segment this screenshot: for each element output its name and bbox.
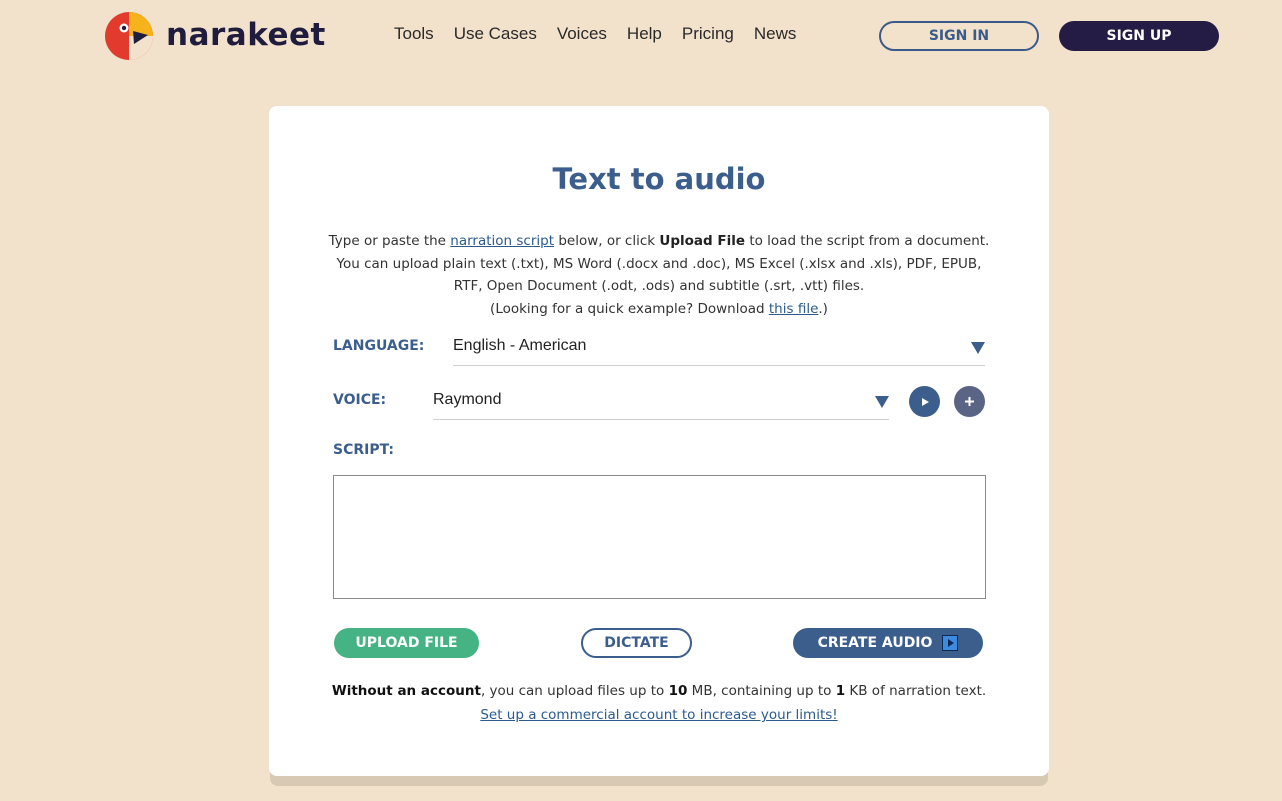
nav-use-cases[interactable]: Use Cases — [454, 24, 537, 44]
intro-text-part: below, or click — [554, 233, 660, 249]
language-value: English - American — [453, 337, 587, 354]
script-label: SCRIPT: — [333, 442, 394, 458]
site-header: narakeet Tools Use Cases Voices Help Pri… — [0, 0, 1282, 70]
sign-in-button[interactable]: SIGN IN — [879, 21, 1039, 51]
plus-icon — [965, 397, 974, 406]
limits-emphasis: Without an account — [331, 683, 481, 699]
limits-kb: 1 — [835, 683, 846, 699]
limits-size: 10 — [668, 683, 688, 699]
nav-voices[interactable]: Voices — [557, 24, 607, 44]
sign-up-button[interactable]: SIGN UP — [1059, 21, 1219, 51]
upload-file-button[interactable]: UPLOAD FILE — [334, 628, 479, 658]
chevron-down-icon — [875, 396, 889, 408]
intro-text-part: (Looking for a quick example? Download — [490, 300, 769, 317]
limits-text-part: KB of narration text. — [845, 683, 987, 699]
intro-text-part: Type or paste the — [328, 233, 451, 249]
limits-text-part: MB, containing up to — [687, 683, 836, 699]
play-voice-button[interactable] — [909, 386, 940, 417]
limits-text-part: , you can upload files up to — [480, 683, 669, 699]
voice-value: Raymond — [433, 391, 502, 408]
upload-file-emphasis: Upload File — [659, 233, 746, 249]
narakeet-logo[interactable]: narakeet — [104, 11, 326, 61]
parrot-logo-icon — [105, 12, 153, 60]
nav-help[interactable]: Help — [627, 24, 662, 44]
nav-tools[interactable]: Tools — [394, 24, 434, 44]
account-limits-text: Without an account, you can upload files… — [269, 683, 1049, 699]
chevron-down-icon — [971, 342, 985, 354]
commercial-account-link[interactable]: Set up a commercial account to increase … — [269, 707, 1049, 723]
brand-name: narakeet — [166, 17, 326, 53]
main-nav: Tools Use Cases Voices Help Pricing News — [394, 24, 796, 44]
add-voice-button[interactable] — [954, 386, 985, 417]
nav-news[interactable]: News — [754, 24, 797, 44]
create-audio-button[interactable]: CREATE AUDIO — [793, 628, 983, 658]
voice-label: VOICE: — [333, 392, 387, 408]
nav-pricing[interactable]: Pricing — [682, 24, 734, 44]
intro-text-part: .) — [818, 300, 828, 317]
page-title: Text to audio — [552, 162, 766, 196]
example-file-link[interactable]: this file — [769, 301, 819, 317]
language-label: LANGUAGE: — [333, 338, 425, 354]
play-icon — [921, 397, 929, 406]
language-select[interactable]: English - American — [453, 330, 985, 366]
script-textarea[interactable] — [333, 475, 986, 599]
voice-select[interactable]: Raymond — [433, 384, 889, 420]
dictate-button[interactable]: DICTATE — [581, 628, 692, 658]
narration-script-link[interactable]: narration script — [450, 233, 554, 249]
create-audio-label: CREATE AUDIO — [817, 635, 933, 651]
play-box-icon — [942, 635, 959, 651]
text-to-audio-card: Text to audio Type or paste the narratio… — [269, 106, 1049, 776]
intro-text: Type or paste the narration script below… — [325, 230, 993, 320]
